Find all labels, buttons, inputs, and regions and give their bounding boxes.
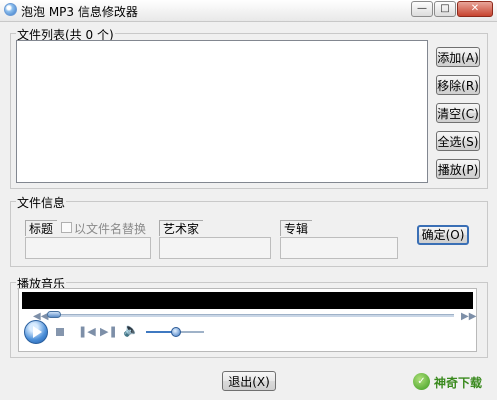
use-filename-label[interactable]: 以文件名替换: [74, 220, 146, 237]
seek-bar[interactable]: [48, 314, 454, 317]
remove-button[interactable]: 移除(R): [436, 75, 480, 95]
previous-icon[interactable]: ❚◀: [78, 326, 96, 337]
volume-icon[interactable]: 🔈: [123, 324, 139, 337]
file-info-group-label: 文件信息: [16, 194, 67, 211]
add-button[interactable]: 添加(A): [436, 47, 480, 67]
volume-thumb[interactable]: [171, 327, 181, 337]
minimize-button[interactable]: —: [411, 1, 433, 17]
next-icon[interactable]: ▶❚: [100, 326, 118, 337]
artist-label: 艺术家: [159, 220, 203, 236]
play-button[interactable]: 播放(P): [436, 159, 480, 179]
artist-input[interactable]: [159, 237, 271, 259]
watermark: ✓ 神奇下载: [413, 372, 495, 392]
play-icon[interactable]: [24, 320, 48, 344]
video-area: [22, 292, 473, 309]
fast-forward-icon[interactable]: ▶▶: [461, 312, 476, 322]
maximize-button[interactable]: □: [434, 1, 456, 17]
select-all-button[interactable]: 全选(S): [436, 131, 480, 151]
title-input[interactable]: [25, 237, 151, 259]
use-filename-checkbox[interactable]: [61, 222, 72, 233]
title-bar: 泡泡 MP3 信息修改器 — □ ✕: [0, 0, 497, 22]
watermark-logo-icon: ✓: [413, 373, 430, 390]
clear-button[interactable]: 清空(C): [436, 103, 480, 123]
exit-button[interactable]: 退出(X): [222, 371, 276, 391]
watermark-text: 神奇下载: [434, 376, 483, 390]
seek-thumb[interactable]: [47, 311, 61, 318]
file-listbox[interactable]: [16, 40, 428, 183]
title-label: 标题: [25, 220, 57, 236]
confirm-button[interactable]: 确定(O): [417, 225, 469, 245]
window-title: 泡泡 MP3 信息修改器: [21, 5, 138, 19]
album-label: 专辑: [280, 220, 312, 236]
album-input[interactable]: [280, 237, 398, 259]
stop-icon[interactable]: [56, 328, 64, 336]
close-button[interactable]: ✕: [457, 1, 493, 17]
app-icon: [4, 3, 17, 16]
